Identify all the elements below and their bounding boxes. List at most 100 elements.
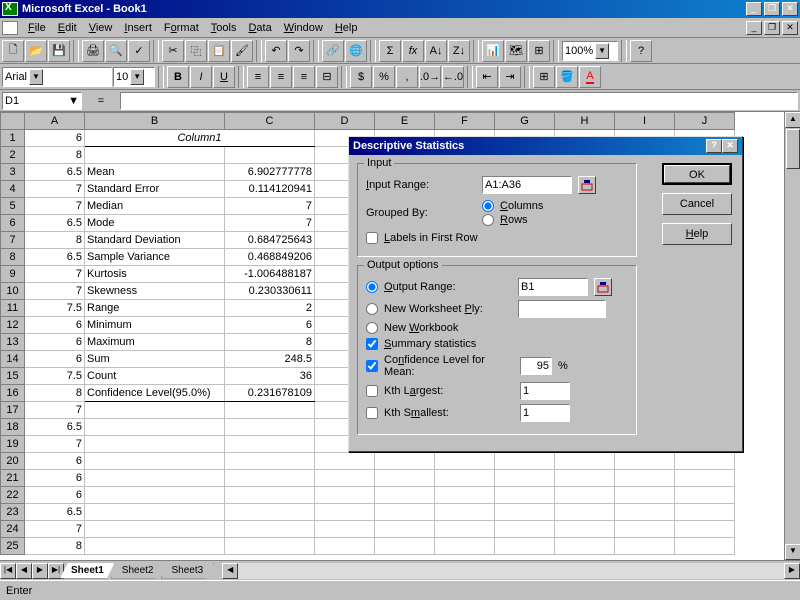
cell-J21[interactable] bbox=[675, 470, 735, 487]
col-header-I[interactable]: I bbox=[615, 113, 675, 130]
cell-E20[interactable] bbox=[375, 453, 435, 470]
align-right-icon[interactable]: ≡ bbox=[293, 66, 315, 88]
cell-H24[interactable] bbox=[555, 521, 615, 538]
menu-view[interactable]: View bbox=[83, 20, 119, 36]
font-dropdown-icon[interactable]: ▼ bbox=[29, 69, 43, 85]
dialog-close-icon[interactable]: ✕ bbox=[722, 139, 738, 153]
cancel-button[interactable]: Cancel bbox=[662, 193, 732, 215]
cell-a7[interactable]: 8 bbox=[25, 232, 85, 249]
cell-b17[interactable] bbox=[85, 402, 225, 419]
cell-b1[interactable]: Column1 bbox=[85, 130, 315, 147]
scroll-thumb[interactable] bbox=[786, 129, 800, 169]
col-header-F[interactable]: F bbox=[435, 113, 495, 130]
fontsize-combo[interactable]: 10 ▼ bbox=[113, 67, 155, 87]
zoom-combo[interactable]: 100% ▼ bbox=[562, 41, 618, 61]
cell-b23[interactable] bbox=[85, 504, 225, 521]
cell-c13[interactable]: 8 bbox=[225, 334, 315, 351]
row-header-16[interactable]: 16 bbox=[1, 385, 25, 402]
menu-format[interactable]: Format bbox=[158, 20, 205, 36]
cell-H21[interactable] bbox=[555, 470, 615, 487]
cell-b20[interactable] bbox=[85, 453, 225, 470]
cell-b3[interactable]: Mean bbox=[85, 164, 225, 181]
workbook-icon[interactable] bbox=[2, 21, 18, 35]
doc-restore-button[interactable]: ❐ bbox=[764, 21, 780, 35]
cell-c11[interactable]: 2 bbox=[225, 300, 315, 317]
menu-insert[interactable]: Insert bbox=[118, 20, 158, 36]
tab-first-icon[interactable]: |◀ bbox=[0, 563, 16, 579]
menu-help[interactable]: Help bbox=[329, 20, 364, 36]
kth-smallest-checkbox[interactable] bbox=[366, 407, 378, 419]
paste-icon[interactable]: 📋 bbox=[208, 40, 230, 62]
cell-c15[interactable]: 36 bbox=[225, 368, 315, 385]
row-header-23[interactable]: 23 bbox=[1, 504, 25, 521]
cell-b4[interactable]: Standard Error bbox=[85, 181, 225, 198]
cell-G22[interactable] bbox=[495, 487, 555, 504]
sort-asc-icon[interactable]: A↓ bbox=[425, 40, 447, 62]
zoom-dropdown-icon[interactable]: ▼ bbox=[595, 43, 609, 59]
cell-D20[interactable] bbox=[315, 453, 375, 470]
preview-icon[interactable]: 🔍 bbox=[105, 40, 127, 62]
kth-largest-field[interactable] bbox=[520, 382, 570, 400]
cell-J24[interactable] bbox=[675, 521, 735, 538]
print-icon[interactable]: 🖨 bbox=[82, 40, 104, 62]
cell-a18[interactable]: 6.5 bbox=[25, 419, 85, 436]
cell-c23[interactable] bbox=[225, 504, 315, 521]
row-header-3[interactable]: 3 bbox=[1, 164, 25, 181]
cell-I23[interactable] bbox=[615, 504, 675, 521]
cell-a14[interactable]: 6 bbox=[25, 351, 85, 368]
cell-b16[interactable]: Confidence Level(95.0%) bbox=[85, 385, 225, 402]
columns-radio[interactable] bbox=[482, 200, 494, 212]
col-header-D[interactable]: D bbox=[315, 113, 375, 130]
web-toolbar-icon[interactable]: 🌐 bbox=[345, 40, 367, 62]
row-header-14[interactable]: 14 bbox=[1, 351, 25, 368]
cell-c24[interactable] bbox=[225, 521, 315, 538]
output-range-ref-icon[interactable] bbox=[594, 278, 612, 296]
cell-J25[interactable] bbox=[675, 538, 735, 555]
help-icon[interactable]: ? bbox=[630, 40, 652, 62]
confidence-checkbox[interactable] bbox=[366, 360, 378, 372]
row-header-6[interactable]: 6 bbox=[1, 215, 25, 232]
cell-a17[interactable]: 7 bbox=[25, 402, 85, 419]
col-header-B[interactable]: B bbox=[85, 113, 225, 130]
cut-icon[interactable]: ✂ bbox=[162, 40, 184, 62]
scroll-down-icon[interactable]: ▼ bbox=[785, 544, 800, 560]
ok-button[interactable]: OK bbox=[662, 163, 732, 185]
rows-radio[interactable] bbox=[482, 214, 494, 226]
cell-a13[interactable]: 6 bbox=[25, 334, 85, 351]
close-button[interactable]: ✕ bbox=[782, 2, 798, 16]
row-header-18[interactable]: 18 bbox=[1, 419, 25, 436]
row-header-24[interactable]: 24 bbox=[1, 521, 25, 538]
dialog-help-icon[interactable]: ? bbox=[706, 139, 722, 153]
copy-icon[interactable]: ⿻ bbox=[185, 40, 207, 62]
cell-a10[interactable]: 7 bbox=[25, 283, 85, 300]
cell-c22[interactable] bbox=[225, 487, 315, 504]
cell-c21[interactable] bbox=[225, 470, 315, 487]
formula-input[interactable] bbox=[120, 92, 798, 110]
cell-c2[interactable] bbox=[225, 147, 315, 164]
cell-a5[interactable]: 7 bbox=[25, 198, 85, 215]
autosum-icon[interactable]: Σ bbox=[379, 40, 401, 62]
row-header-10[interactable]: 10 bbox=[1, 283, 25, 300]
cell-a12[interactable]: 6 bbox=[25, 317, 85, 334]
cell-a20[interactable]: 6 bbox=[25, 453, 85, 470]
cell-a15[interactable]: 7.5 bbox=[25, 368, 85, 385]
cell-c4[interactable]: 0.114120941 bbox=[225, 181, 315, 198]
cell-c5[interactable]: 7 bbox=[225, 198, 315, 215]
vertical-scrollbar[interactable]: ▲ ▼ bbox=[784, 112, 800, 560]
cell-G21[interactable] bbox=[495, 470, 555, 487]
chart-icon[interactable]: 📊 bbox=[482, 40, 504, 62]
cell-b25[interactable] bbox=[85, 538, 225, 555]
align-left-icon[interactable]: ≡ bbox=[247, 66, 269, 88]
row-header-21[interactable]: 21 bbox=[1, 470, 25, 487]
col-header-J[interactable]: J bbox=[675, 113, 735, 130]
cell-c7[interactable]: 0.684725643 bbox=[225, 232, 315, 249]
cell-b9[interactable]: Kurtosis bbox=[85, 266, 225, 283]
font-color-icon[interactable]: A bbox=[579, 66, 601, 88]
row-header-1[interactable]: 1 bbox=[1, 130, 25, 147]
cell-a23[interactable]: 6.5 bbox=[25, 504, 85, 521]
col-header-G[interactable]: G bbox=[495, 113, 555, 130]
fontsize-dropdown-icon[interactable]: ▼ bbox=[130, 69, 144, 85]
cell-D23[interactable] bbox=[315, 504, 375, 521]
row-header-25[interactable]: 25 bbox=[1, 538, 25, 555]
row-header-12[interactable]: 12 bbox=[1, 317, 25, 334]
